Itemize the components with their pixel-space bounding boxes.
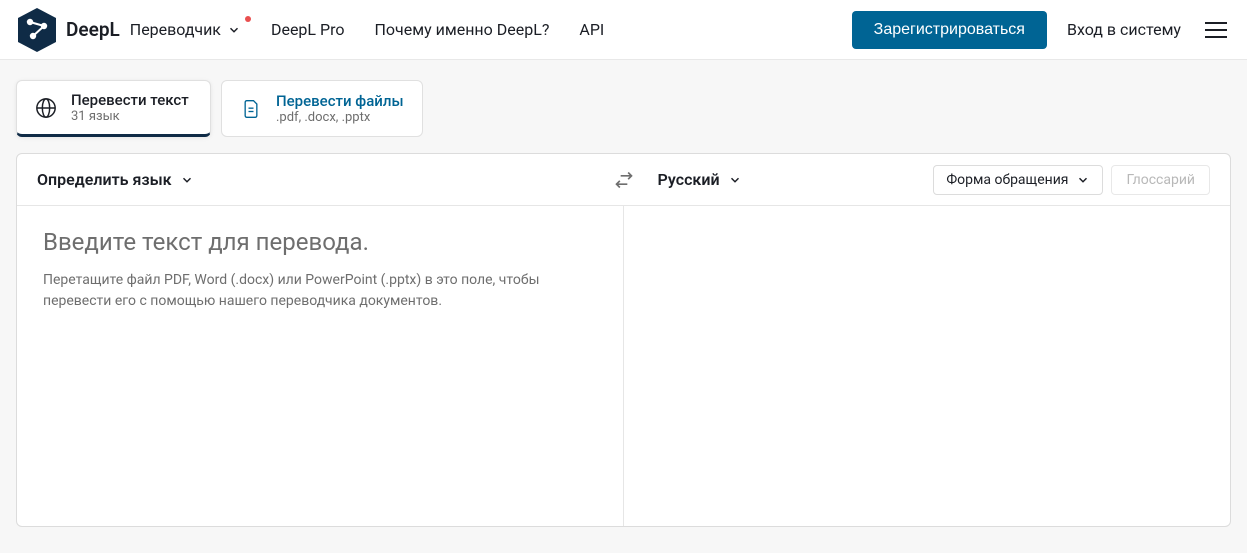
nav-api-label: API	[579, 20, 604, 39]
swap-icon	[614, 170, 634, 190]
formality-selector[interactable]: Форма обращения	[933, 165, 1103, 195]
main-header: DeepL Переводчик DeepL Pro Почему именно…	[0, 0, 1247, 60]
tab-text-title: Перевести текст	[71, 91, 189, 109]
language-bar-right: Форма обращения Глоссарий	[933, 165, 1210, 195]
formality-label: Форма обращения	[946, 172, 1068, 188]
logo-icon	[16, 6, 58, 54]
chevron-down-icon	[728, 173, 742, 187]
glossary-button[interactable]: Глоссарий	[1111, 165, 1210, 195]
nav-translator-label: Переводчик	[130, 20, 221, 39]
source-language-selector[interactable]: Определить язык	[37, 170, 194, 189]
tab-translate-files[interactable]: Перевести файлы .pdf, .docx, .pptx	[221, 80, 423, 137]
chevron-down-icon	[227, 23, 241, 37]
logo[interactable]: DeepL	[16, 6, 120, 54]
login-link[interactable]: Вход в систему	[1067, 20, 1181, 39]
swap-languages-button[interactable]	[608, 164, 640, 196]
nav-pro[interactable]: DeepL Pro	[271, 20, 345, 39]
target-text-pane	[624, 206, 1231, 526]
globe-icon	[35, 97, 57, 119]
brand-name: DeepL	[66, 18, 120, 41]
nav-translator[interactable]: Переводчик	[130, 20, 241, 39]
translator-panel: Определить язык Русский Форма обращения …	[16, 153, 1231, 527]
target-language-selector[interactable]: Русский	[658, 170, 742, 189]
mode-tabs: Перевести текст 31 язык Перевести файлы …	[0, 60, 1247, 153]
nav-pro-label: DeepL Pro	[271, 20, 345, 39]
nav-why-label: Почему именно DeepL?	[374, 20, 549, 39]
source-hint: Перетащите файл PDF, Word (.docx) или Po…	[43, 270, 563, 312]
header-right: Зарегистрироваться Вход в систему	[852, 11, 1231, 49]
tab-files-title: Перевести файлы	[276, 92, 404, 110]
nav-why[interactable]: Почему именно DeepL?	[374, 20, 549, 39]
source-language-label: Определить язык	[37, 170, 172, 189]
chevron-down-icon	[1076, 173, 1090, 187]
source-placeholder: Введите текст для перевода.	[43, 228, 597, 256]
main-nav: Переводчик DeepL Pro Почему именно DeepL…	[130, 20, 605, 39]
menu-icon[interactable]	[1201, 18, 1231, 42]
document-icon	[240, 98, 262, 120]
tab-translate-text[interactable]: Перевести текст 31 язык	[16, 80, 211, 137]
tab-files-sub: .pdf, .docx, .pptx	[276, 110, 404, 125]
source-text-pane[interactable]: Введите текст для перевода. Перетащите ф…	[17, 206, 624, 526]
signup-button[interactable]: Зарегистрироваться	[852, 11, 1047, 49]
chevron-down-icon	[180, 173, 194, 187]
nav-api[interactable]: API	[579, 20, 604, 39]
target-language-label: Русский	[658, 170, 720, 189]
glossary-label: Глоссарий	[1126, 172, 1195, 188]
language-bar: Определить язык Русский Форма обращения …	[17, 154, 1230, 206]
tab-text-sub: 31 язык	[71, 109, 189, 124]
translation-panes: Введите текст для перевода. Перетащите ф…	[17, 206, 1230, 526]
